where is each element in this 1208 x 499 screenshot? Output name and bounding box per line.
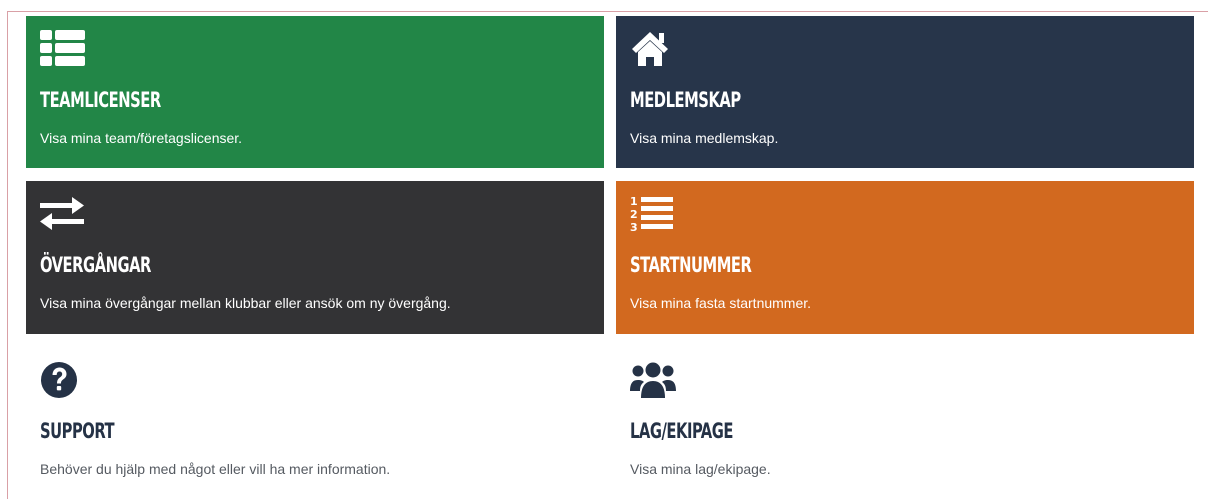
tile-lag-ekipage[interactable]: LAG/EKIPAGE Visa mina lag/ekipage. <box>616 347 1194 499</box>
tile-description: Visa mina medlemskap. <box>630 130 779 146</box>
tile-title: ÖVERGÅNGAR <box>40 253 151 277</box>
tile-description: Behöver du hjälp med något eller vill ha… <box>40 461 391 477</box>
tile-description: Visa mina övergångar mellan klubbar elle… <box>40 295 451 311</box>
tile-medlemskap[interactable]: MEDLEMSKAP Visa mina medlemskap. <box>616 16 1194 168</box>
tile-teamlicenser[interactable]: TEAMLICENSER Visa mina team/företagslice… <box>26 16 604 168</box>
tile-overgangar[interactable]: ÖVERGÅNGAR Visa mina övergångar mellan k… <box>26 181 604 334</box>
tile-title: STARTNUMMER <box>630 253 752 277</box>
tile-title: TEAMLICENSER <box>40 88 161 112</box>
numbered-list-icon: 1 2 3 <box>630 195 673 233</box>
tile-description: Visa mina team/företagslicenser. <box>40 130 243 146</box>
question-circle-icon <box>41 362 77 398</box>
users-icon <box>630 362 676 398</box>
tile-support[interactable]: SUPPORT Behöver du hjälp med något eller… <box>26 347 604 499</box>
home-icon <box>632 32 668 66</box>
tile-startnummer[interactable]: 1 2 3 STARTNUMMER Visa mina fasta startn… <box>616 181 1194 334</box>
svg-text:2: 2 <box>630 208 638 221</box>
tile-title: LAG/EKIPAGE <box>630 419 733 443</box>
tile-description: Visa mina fasta startnummer. <box>630 295 812 311</box>
svg-text:3: 3 <box>630 221 638 233</box>
tile-description: Visa mina lag/ekipage. <box>630 461 771 477</box>
tile-title: SUPPORT <box>40 419 115 443</box>
svg-text:1: 1 <box>630 195 638 208</box>
list-icon <box>40 30 85 66</box>
tile-title: MEDLEMSKAP <box>630 88 741 112</box>
exchange-arrows-icon <box>40 197 84 230</box>
